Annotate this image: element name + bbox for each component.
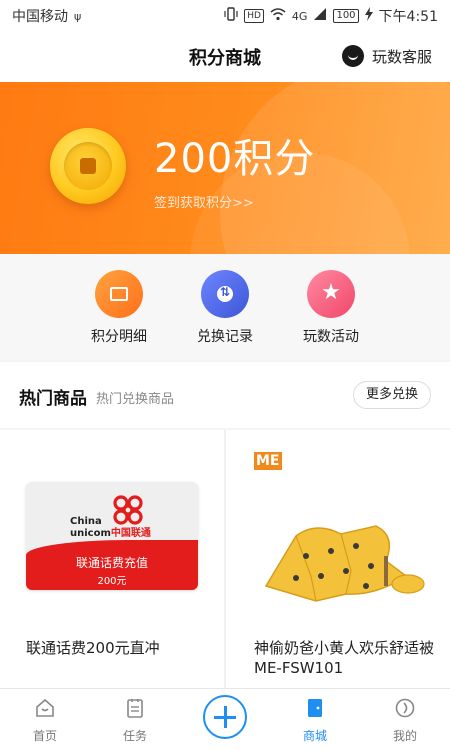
- profile-icon: [395, 698, 415, 718]
- usb-icon: ψ: [74, 9, 82, 23]
- card-amount: 200元: [97, 576, 127, 587]
- home-icon: [36, 698, 54, 717]
- section-title: 热门商品: [19, 389, 87, 409]
- exchange-icon: [201, 270, 249, 318]
- exchange-history-action[interactable]: 兑换记录: [175, 270, 275, 346]
- action-label: 玩数活动: [303, 329, 359, 345]
- signal-icon: [313, 7, 327, 25]
- points-banner: 200积分 签到获取积分>>: [0, 82, 450, 254]
- customer-service-button[interactable]: 玩数客服: [341, 45, 432, 67]
- battery-indicator: 100: [333, 9, 359, 23]
- bottom-tab-bar: 首页 任务 商城 我的: [0, 688, 450, 750]
- network-type: 4G: [291, 9, 308, 23]
- product-card-minion-quilt[interactable]: ME 神偷奶爸小黄人欢乐舒适被ME-FSW101: [226, 430, 450, 688]
- tab-label: 任务: [122, 729, 147, 743]
- vibrate-icon: [224, 7, 238, 25]
- tab-task[interactable]: 任务: [95, 697, 175, 744]
- app-header: 积分商城 玩数客服: [0, 32, 450, 82]
- more-exchange-button[interactable]: 更多兑换: [352, 381, 431, 409]
- clock: 下午4:51: [378, 9, 438, 25]
- hot-goods-header: 热门商品 热门兑换商品 更多兑换: [0, 362, 450, 428]
- unicom-recharge-card-image: China unicom中国联通 联通话费充值 200元: [26, 482, 198, 590]
- charging-icon: [364, 7, 373, 25]
- tab-label: 我的: [392, 729, 417, 743]
- me-brand-logo: ME: [254, 452, 282, 470]
- card-title: 联通话费充值: [75, 556, 148, 570]
- product-grid: China unicom中国联通 联通话费充值 200元 联通话费200元直冲 …: [0, 430, 450, 688]
- section-subtitle: 热门兑换商品: [96, 392, 175, 407]
- ticket-icon: [95, 270, 143, 318]
- wifi-icon: [270, 7, 286, 25]
- task-icon: [127, 699, 143, 718]
- minion-quilt-image: [264, 525, 425, 602]
- product-name: 神偷奶爸小黄人欢乐舒适被ME-FSW101: [254, 639, 435, 677]
- gold-coin-icon: [50, 128, 126, 204]
- tab-profile[interactable]: 我的: [365, 697, 445, 744]
- action-label: 兑换记录: [197, 329, 253, 345]
- status-bar: 中国移动 ψ HD 4G 100 下午4:51: [0, 0, 450, 32]
- points-detail-action[interactable]: 积分明细: [69, 270, 169, 346]
- page-title: 积分商城: [189, 48, 261, 69]
- plus-icon[interactable]: [203, 695, 247, 739]
- chat-bubble-icon: [341, 45, 364, 67]
- product-name: 联通话费200元直冲: [26, 639, 160, 657]
- quick-actions: 积分明细 兑换记录 ★ 玩数活动: [0, 254, 450, 360]
- tab-label: 商城: [302, 729, 327, 743]
- star-icon: ★: [307, 270, 355, 318]
- points-balance: 200积分: [154, 136, 316, 182]
- sign-in-earn-link[interactable]: 签到获取积分>>: [154, 192, 254, 211]
- action-label: 积分明细: [91, 329, 147, 345]
- carrier-label: 中国移动: [12, 9, 68, 25]
- unicom-brand-text: China unicom中国联通: [70, 516, 151, 539]
- customer-service-label: 玩数客服: [371, 47, 432, 66]
- mall-icon: [308, 699, 322, 717]
- product-card-unicom[interactable]: China unicom中国联通 联通话费充值 200元 联通话费200元直冲: [0, 430, 224, 688]
- tab-label: 首页: [32, 729, 57, 743]
- tab-mall[interactable]: 商城: [275, 697, 355, 744]
- hd-badge: HD: [244, 9, 264, 23]
- tab-home[interactable]: 首页: [5, 697, 85, 744]
- activities-action[interactable]: ★ 玩数活动: [281, 270, 381, 346]
